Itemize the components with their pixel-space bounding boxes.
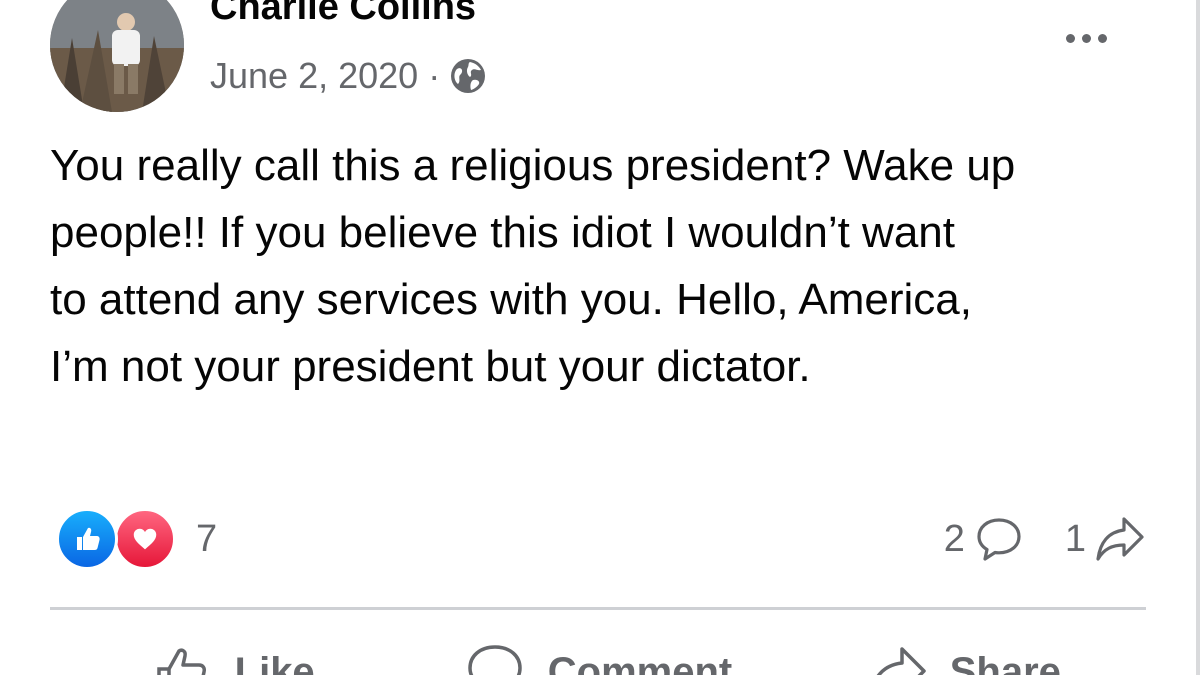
comment-bubble-icon <box>977 518 1021 561</box>
divider <box>50 607 1146 610</box>
post-text-line: to attend any services with you. Hello, … <box>50 275 972 324</box>
comment-button-label: Comment <box>547 649 733 675</box>
more-options-dot <box>1081 33 1091 43</box>
more-options-dot <box>1097 33 1107 43</box>
more-options-button[interactable] <box>1050 20 1122 56</box>
card-border <box>1196 0 1200 675</box>
thumbs-up-icon <box>156 648 206 675</box>
share-arrow-icon <box>1096 517 1144 561</box>
shares-count[interactable]: 1 <box>1065 513 1146 565</box>
share-button[interactable]: Share <box>781 642 1146 675</box>
post-meta: June 2, 2020 · <box>210 54 488 98</box>
avatar[interactable] <box>50 0 184 112</box>
post-text-line: I’m not your president but your dictator… <box>50 342 811 391</box>
post-text-line: You really call this a religious preside… <box>50 141 1016 190</box>
more-options-icon <box>1065 33 1075 43</box>
comment-button[interactable]: Comment <box>415 642 780 675</box>
share-button-label: Share <box>949 649 1061 675</box>
like-button-label: Like <box>234 649 315 675</box>
like-icon <box>56 508 118 570</box>
share-icon <box>876 647 926 675</box>
reactions-summary[interactable]: 7 <box>56 508 217 570</box>
comment-icon <box>468 645 522 675</box>
comments-count-value: 2 <box>943 517 965 560</box>
meta-separator: · <box>428 55 441 96</box>
post-text-line: people!! If you believe this idiot I wou… <box>50 208 955 257</box>
like-button[interactable]: Like <box>50 642 415 675</box>
post-text: You really call this a religious preside… <box>50 132 1150 400</box>
author-name[interactable]: Charlie Collins <box>210 0 476 29</box>
engagement-counts: 2 1 <box>944 508 1146 570</box>
post-actions: Like Comment Share <box>50 642 1146 675</box>
facebook-post: Charlie Collins June 2, 2020 · You reall… <box>0 0 1200 675</box>
love-icon <box>114 508 176 570</box>
comments-count[interactable]: 2 <box>944 513 1025 565</box>
globe-icon <box>448 56 488 96</box>
shares-count-value: 1 <box>1064 517 1086 560</box>
reaction-count: 7 <box>196 517 218 560</box>
post-date[interactable]: June 2, 2020 <box>210 55 418 97</box>
avatar-photo <box>50 0 184 112</box>
